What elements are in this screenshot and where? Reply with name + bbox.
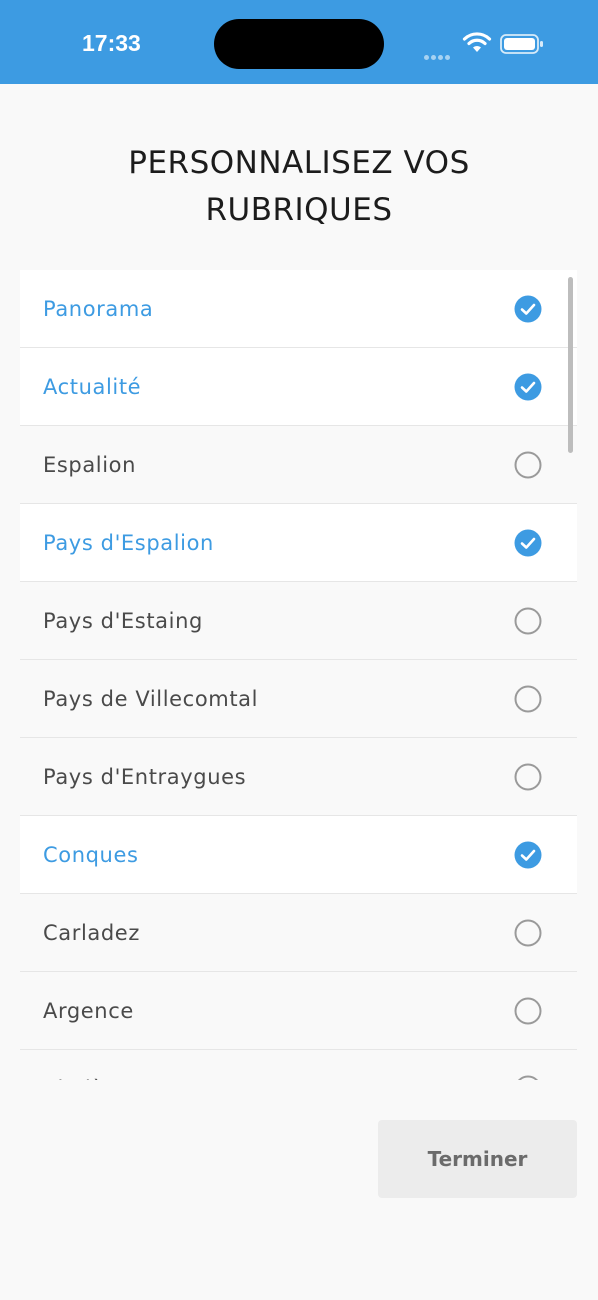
page-title-line-1: PERSONNALISEZ VOS (128, 145, 470, 181)
unchecked-circle-icon[interactable] (514, 1075, 542, 1080)
list-item[interactable]: Pays d'Entraygues (20, 738, 577, 816)
unchecked-circle-icon[interactable] (514, 763, 542, 791)
scroll-indicator[interactable] (568, 277, 573, 453)
finish-button[interactable]: Terminer (378, 1120, 577, 1198)
list-item[interactable]: Panorama (20, 270, 577, 348)
rubriques-list[interactable]: Panorama Actualité Espalion Pays d'Espalion… (20, 270, 577, 1080)
list-item[interactable]: Pays d'Estaing (20, 582, 577, 660)
signal-icon (424, 45, 452, 64)
status-bar: 17:33 (0, 0, 598, 84)
unchecked-circle-icon[interactable] (514, 607, 542, 635)
list-item[interactable]: Espalion (20, 426, 577, 504)
battery-icon (500, 34, 543, 54)
list-item[interactable]: Carladez (20, 894, 577, 972)
wifi-icon (462, 32, 492, 52)
list-item-label: Pays de Villecomtal (43, 687, 259, 711)
checked-circle-icon[interactable] (514, 295, 542, 323)
unchecked-circle-icon[interactable] (514, 997, 542, 1025)
list-item-label: Actualité (43, 375, 142, 399)
list-item[interactable]: Pays de Villecomtal (20, 660, 577, 738)
status-time: 17:33 (82, 30, 141, 56)
list-item-label: Argence (43, 999, 134, 1023)
list-item[interactable]: Viadène (20, 1050, 577, 1080)
list-item-label: Espalion (43, 453, 137, 477)
list-item[interactable]: Actualité (20, 348, 577, 426)
unchecked-circle-icon[interactable] (514, 919, 542, 947)
checked-circle-icon[interactable] (514, 373, 542, 401)
list-item[interactable]: Argence (20, 972, 577, 1050)
checked-circle-icon[interactable] (514, 841, 542, 869)
checked-circle-icon[interactable] (514, 529, 542, 557)
list-item-label: Conques (43, 843, 139, 867)
unchecked-circle-icon[interactable] (514, 451, 542, 479)
list-item-label: Pays d'Espalion (43, 531, 214, 555)
dynamic-island (214, 19, 384, 69)
unchecked-circle-icon[interactable] (514, 685, 542, 713)
list-item[interactable]: Pays d'Espalion (20, 504, 577, 582)
list-item-label: Viadène (43, 1050, 132, 1080)
list-item-label: Pays d'Entraygues (43, 765, 247, 789)
page-title: PERSONNALISEZ VOS RUBRIQUES (0, 140, 598, 234)
list-item-label: Pays d'Estaing (43, 609, 203, 633)
page-title-line-2: RUBRIQUES (205, 192, 393, 228)
list-item-label: Panorama (43, 297, 154, 321)
list-item-label: Carladez (43, 921, 140, 945)
list-item[interactable]: Conques (20, 816, 577, 894)
